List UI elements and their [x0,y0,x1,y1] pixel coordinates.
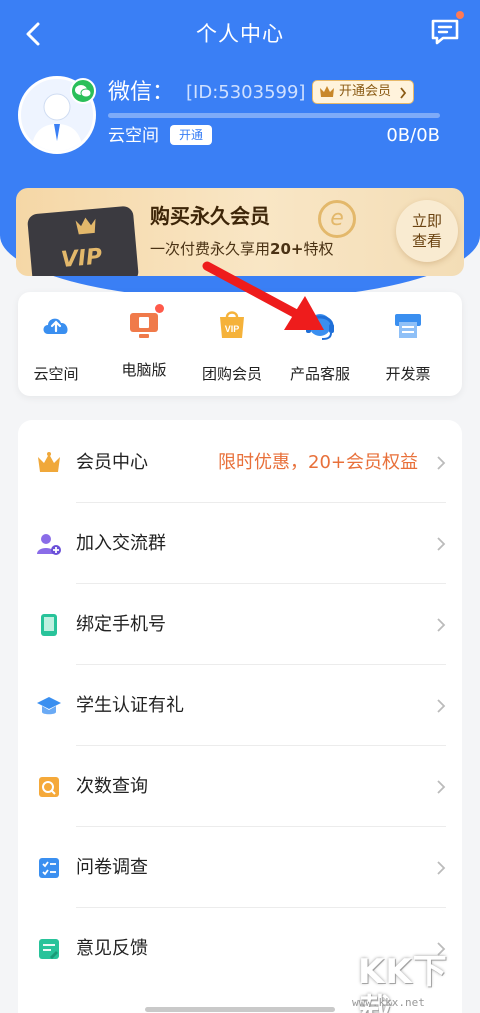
menu-item-survey[interactable]: 问卷调查 [18,827,462,908]
cloud-upload-icon [43,318,68,334]
banner-title: 购买永久会员 [150,204,270,228]
storage-progress-bar [108,113,440,118]
quick-action-invoice[interactable]: 开发票 [364,308,452,388]
banner-subtitle-bold: 20+ [270,240,304,258]
quick-action-desktop[interactable]: 电脑版 [100,304,188,388]
menu-item-join-group[interactable]: 加入交流群 [18,503,462,584]
cloud-space-label: 云空间 [108,126,159,146]
vip-bag-icon: VIP [220,311,244,338]
menu-item-label: 次数查询 [76,776,148,797]
quick-actions-card: 云空间 电脑版 VIP 团购会员 产品客服 开发票 [18,292,462,396]
quick-action-label: 团购会员 [201,365,262,383]
chevron-right-icon [437,456,446,470]
view-now-label-2: 查看 [411,232,442,250]
graduation-cap-icon [37,697,61,715]
crown-icon [38,452,60,472]
quick-action-support[interactable]: 产品客服 [276,308,364,388]
view-now-label-1: 立即 [411,212,442,230]
wechat-icon [70,78,96,104]
quick-action-label: 产品客服 [289,365,350,383]
invoice-printer-icon [395,314,421,338]
crown-icon [320,86,334,97]
menu-item-label: 学生认证有礼 [76,695,184,716]
menu-item-bind-phone[interactable]: 绑定手机号 [18,584,462,665]
menu-item-label: 意见反馈 [76,938,148,959]
red-dot-badge [155,304,164,313]
crown-icon [75,217,96,235]
notification-dot [456,11,464,19]
menu-item-usage-query[interactable]: 次数查询 [18,746,462,827]
chevron-right-icon [437,618,446,632]
menu-item-student-verify[interactable]: 学生认证有礼 [18,665,462,746]
top-bar: 个人中心 [0,0,480,66]
quick-action-cloud[interactable]: 云空间 [12,308,100,388]
quick-action-label: 开发票 [385,365,431,383]
menu-item-label: 会员中心 [76,452,148,473]
desktop-icon [127,304,164,342]
menu-item-label: 问卷调查 [76,857,148,878]
chevron-right-icon [437,780,446,794]
svg-text:VIP: VIP [225,324,240,334]
add-group-icon [37,534,61,555]
quick-action-label: 云空间 [33,365,79,383]
quick-action-label: 电脑版 [121,361,167,379]
vip-banner[interactable]: VIP 购买永久会员 一次付费永久享用20+特权 e 立即 查看 [16,188,464,276]
chevron-right-icon [437,699,446,713]
menu-item-vip-center[interactable]: 会员中心 限时优惠，20+会员权益 [18,422,462,503]
storage-usage: 0B/0B [386,125,440,146]
quick-action-group-vip[interactable]: VIP 团购会员 [188,308,276,388]
view-now-button[interactable]: 立即 查看 [396,200,458,262]
chevron-right-icon [437,861,446,875]
vip-card-text: VIP [59,244,104,273]
message-icon[interactable] [428,14,462,48]
chevron-right-icon [437,537,446,551]
e-logo-icon: e [318,200,356,238]
checklist-icon [39,858,59,878]
watermark: KK下载 www.kkx.net [352,952,458,1013]
user-name: 微信： [108,80,175,105]
feedback-edit-icon [39,939,59,959]
banner-subtitle-suffix: 特权 [303,240,334,258]
menu-item-label: 加入交流群 [76,533,166,554]
menu-list: 会员中心 限时优惠，20+会员权益 加入交流群 绑定手机号 学生认证有礼 次数查… [18,420,462,1013]
headset-icon [306,314,334,340]
user-id: [ID:5303599] [186,82,306,103]
open-vip-label: 开通会员 [339,84,392,99]
open-cloud-button[interactable]: 开通 [170,125,212,145]
vip-card-image: VIP [26,205,140,276]
watermark-url: www.kkx.net [352,996,425,1009]
menu-item-promo: 限时优惠，20+会员权益 [218,452,418,473]
search-document-icon [39,777,59,797]
open-vip-button[interactable]: 开通会员 [312,80,415,104]
home-indicator [145,1007,335,1012]
phone-icon [41,614,57,636]
page-title: 个人中心 [196,22,284,46]
banner-subtitle-prefix: 一次付费永久享用 [150,240,271,258]
banner-subtitle: 一次付费永久享用20+特权 [150,238,333,260]
menu-item-label: 绑定手机号 [76,614,166,635]
chevron-right-icon [400,87,407,99]
